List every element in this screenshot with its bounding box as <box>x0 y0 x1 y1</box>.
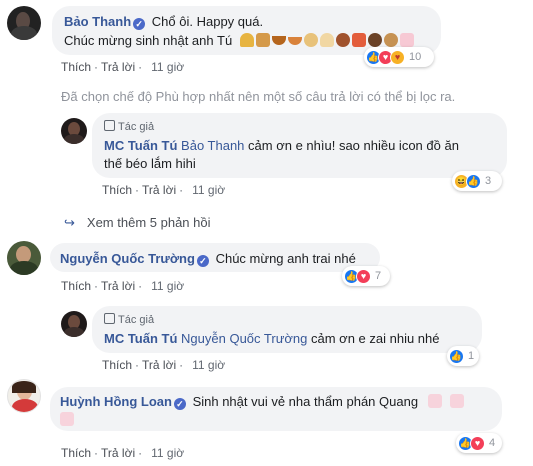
like-button[interactable]: Thích <box>102 183 132 197</box>
comment-bubble: Nguyễn Quốc Trường ✓ Chúc mừng anh trai n… <box>50 243 380 272</box>
author-tag: Tác giả <box>118 314 155 326</box>
cookie-icon <box>383 33 398 47</box>
like-button[interactable]: Thích <box>61 60 91 74</box>
comment-actions: Thích · Trả lời · 11 giờ <box>61 446 185 460</box>
reply-author[interactable]: MC Tuấn Tú <box>104 331 177 346</box>
comment-bubble: Huỳnh Hồng Loan ✓ Sinh nhật vui vẻ nha th… <box>50 387 502 431</box>
like-button[interactable]: Thích <box>102 358 132 372</box>
reply-button[interactable]: Trả lời <box>101 60 135 74</box>
mention-link[interactable]: Bảo Thanh <box>181 138 244 153</box>
love-icon: ♥ <box>470 435 485 451</box>
reaction-count: 7 <box>375 270 382 282</box>
comment-text: Sinh nhật vui vẻ nha thẩm phán Quang <box>192 394 419 409</box>
fortune-cookie-icon <box>303 33 318 47</box>
comment-text: Chúc mừng sinh nhật anh Tú <box>64 33 233 48</box>
food-emojis <box>239 33 416 48</box>
like-icon: 👍 <box>449 348 464 364</box>
reply-arrow-icon: ↪ <box>64 215 75 230</box>
reaction-summary[interactable]: 😆 👍 3 <box>452 171 502 191</box>
dumpling-icon <box>319 33 334 47</box>
comment-actions: Thích · Trả lời · 11 giờ <box>61 60 185 74</box>
timestamp[interactable]: 11 giờ <box>151 446 184 460</box>
bread-icon <box>255 33 270 47</box>
reaction-count: 1 <box>468 350 475 362</box>
cake-icon <box>449 394 464 408</box>
reply-bubble: Tác giả MC Tuấn Tú Bảo Thanh cảm ơn e nh… <box>92 113 507 178</box>
reaction-count: 4 <box>489 437 496 449</box>
comment-actions: Thích · Trả lời · 11 giờ <box>61 279 185 293</box>
reaction-summary[interactable]: 👍 ♥ 4 <box>456 433 502 453</box>
cake-icon <box>60 412 74 426</box>
like-icon: 👍 <box>466 173 481 189</box>
mention-link[interactable]: Nguyễn Quốc Trường <box>181 331 307 346</box>
comment-author[interactable]: Bảo Thanh <box>64 14 131 29</box>
reply-button[interactable]: Trả lời <box>101 446 135 460</box>
like-button[interactable]: Thích <box>61 446 91 460</box>
cake-icon <box>399 33 414 47</box>
avatar[interactable] <box>7 6 41 40</box>
comment-author[interactable]: Huỳnh Hồng Loan <box>60 394 172 409</box>
love-icon: ♥ <box>356 268 371 284</box>
reaction-summary[interactable]: 👍 ♥ ♥ 10 <box>364 47 434 67</box>
reply-bubble: Tác giả MC Tuấn Tú Nguyễn Quốc Trường cả… <box>92 306 482 353</box>
sushi-icon <box>351 33 366 47</box>
view-more-label[interactable]: Xem thêm 5 phản hồi <box>87 215 211 230</box>
timestamp[interactable]: 11 giờ <box>192 358 225 372</box>
avatar[interactable] <box>7 241 41 275</box>
author-badge-icon <box>104 120 115 131</box>
timestamp[interactable]: 11 giờ <box>192 183 225 197</box>
reply-button[interactable]: Trả lời <box>142 358 176 372</box>
verified-icon: ✓ <box>196 255 209 267</box>
cake-icon <box>427 394 442 408</box>
curry-icon <box>271 36 286 45</box>
reply-author[interactable]: MC Tuấn Tú <box>104 138 177 153</box>
reply-button[interactable]: Trả lời <box>101 279 135 293</box>
reply-actions: Thích · Trả lời · 11 giờ <box>102 358 226 372</box>
reaction-count: 10 <box>409 51 422 63</box>
coconut-icon <box>367 33 382 47</box>
reply-text: cảm ơn e nhìu! sao nhiều icon đồ ăn <box>244 138 459 153</box>
taco-icon <box>239 33 254 47</box>
meat-icon <box>335 33 350 47</box>
timestamp[interactable]: 11 giờ <box>151 279 184 293</box>
reply-button[interactable]: Trả lời <box>142 183 176 197</box>
filter-notice: Đã chọn chế độ Phù hợp nhất nên một số c… <box>61 89 456 104</box>
reply-text: thế béo lắm hihi <box>104 156 196 171</box>
author-tag: Tác giả <box>118 121 155 133</box>
verified-icon: ✓ <box>133 18 146 30</box>
reaction-count: 3 <box>485 175 492 187</box>
verified-icon: ✓ <box>173 398 186 410</box>
comment-text: Chúc mừng anh trai nhé <box>215 251 356 266</box>
avatar[interactable] <box>7 379 41 413</box>
comment-text: Chổ ôi. Happy quá. <box>151 14 264 29</box>
avatar[interactable] <box>61 118 87 144</box>
reply-actions: Thích · Trả lời · 11 giờ <box>102 183 226 197</box>
timestamp[interactable]: 11 giờ <box>151 60 184 74</box>
reply-text: cảm ơn e zai nhiu nhé <box>307 331 440 346</box>
like-button[interactable]: Thích <box>61 279 91 293</box>
avatar[interactable] <box>61 311 87 337</box>
care-icon: ♥ <box>390 49 405 65</box>
reaction-summary[interactable]: 👍 ♥ 7 <box>342 266 390 286</box>
tea-icon <box>287 37 302 45</box>
view-more-replies[interactable]: ↪ Xem thêm 5 phản hồi <box>64 215 210 231</box>
author-badge-icon <box>104 313 115 324</box>
reaction-summary[interactable]: 👍 1 <box>447 346 479 366</box>
comment-author[interactable]: Nguyễn Quốc Trường <box>60 251 195 266</box>
